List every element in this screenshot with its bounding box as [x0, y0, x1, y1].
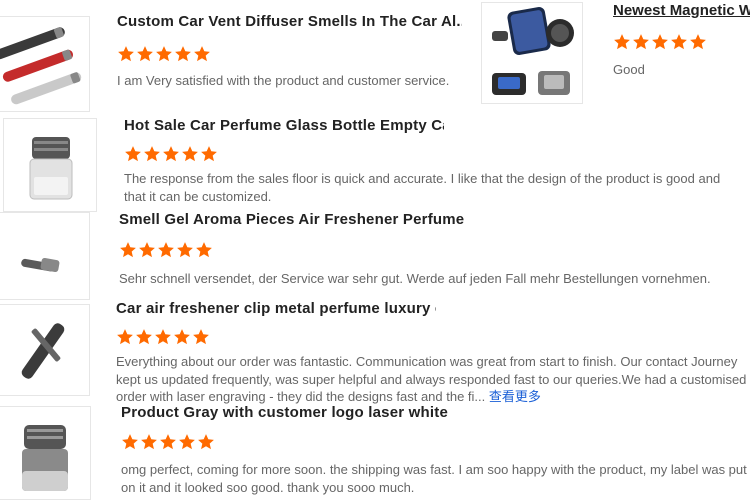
see-more-link[interactable]: 查看更多 — [489, 389, 541, 404]
product-image-side[interactable] — [481, 2, 583, 104]
star-icon — [160, 434, 176, 450]
review-text: Sehr schnell versendet, der Service war … — [119, 271, 711, 286]
star-icon — [182, 146, 198, 162]
star-icon — [137, 46, 153, 62]
star-icon — [194, 46, 210, 62]
star-icon — [144, 146, 160, 162]
product-title[interactable]: Car air freshener clip metal perfume lux… — [116, 300, 436, 317]
star-icon — [120, 242, 136, 258]
product-image-3[interactable] — [0, 212, 90, 300]
side-product-title[interactable]: Newest Magnetic W — [613, 2, 750, 19]
gray-vent-diffuser-image — [22, 425, 68, 491]
product-title[interactable]: Hot Sale Car Perfume Glass Bottle Empty … — [124, 117, 444, 134]
star-icon — [163, 146, 179, 162]
product-title[interactable]: Custom Car Vent Diffuser Smells In The C… — [117, 13, 462, 30]
metal-clip-stick-image — [21, 323, 65, 379]
star-icon — [671, 34, 687, 50]
glass-perfume-bottle-image — [29, 137, 73, 200]
star-icon — [193, 329, 209, 345]
star-icon — [117, 329, 133, 345]
product-image-1[interactable] — [0, 16, 90, 112]
star-icon — [141, 434, 157, 450]
rating-stars — [116, 328, 211, 348]
star-icon — [690, 34, 706, 50]
star-icon — [155, 329, 171, 345]
star-icon — [136, 329, 152, 345]
star-icon — [201, 146, 217, 162]
star-icon — [179, 434, 195, 450]
star-icon — [139, 242, 155, 258]
star-icon — [652, 34, 668, 50]
rating-stars — [121, 433, 216, 453]
product-image-2[interactable] — [3, 118, 97, 212]
product-title[interactable]: Smell Gel Aroma Pieces Air Freshener Per… — [119, 211, 464, 228]
review-text: omg perfect, coming for more soon. the s… — [121, 462, 747, 495]
rating-stars — [124, 145, 219, 165]
star-icon — [158, 242, 174, 258]
gel-vent-clip-image — [21, 258, 60, 272]
review-text-body: Everything about our order was fantastic… — [116, 354, 747, 404]
star-icon — [633, 34, 649, 50]
product-image-4[interactable] — [0, 304, 90, 396]
review-text: The response from the sales floor is qui… — [124, 171, 721, 204]
review-text: Everything about our order was fantastic… — [116, 353, 748, 406]
car-vent-diffuser-sticks-image — [0, 27, 82, 105]
star-icon — [174, 329, 190, 345]
side-rating-stars — [613, 33, 708, 53]
star-icon — [177, 242, 193, 258]
star-icon — [125, 146, 141, 162]
star-icon — [196, 242, 212, 258]
product-image-5[interactable] — [0, 406, 91, 500]
product-title[interactable]: Product Gray with customer logo laser wh… — [121, 404, 451, 421]
star-icon — [156, 46, 172, 62]
magnetic-phone-holder-image — [492, 6, 574, 95]
review-text: I am Very satisfied with the product and… — [117, 73, 450, 88]
star-icon — [118, 46, 134, 62]
star-icon — [122, 434, 138, 450]
star-icon — [614, 34, 630, 50]
rating-stars — [117, 45, 212, 65]
star-icon — [198, 434, 214, 450]
star-icon — [175, 46, 191, 62]
side-review-text: Good — [613, 62, 645, 77]
rating-stars — [119, 241, 214, 261]
